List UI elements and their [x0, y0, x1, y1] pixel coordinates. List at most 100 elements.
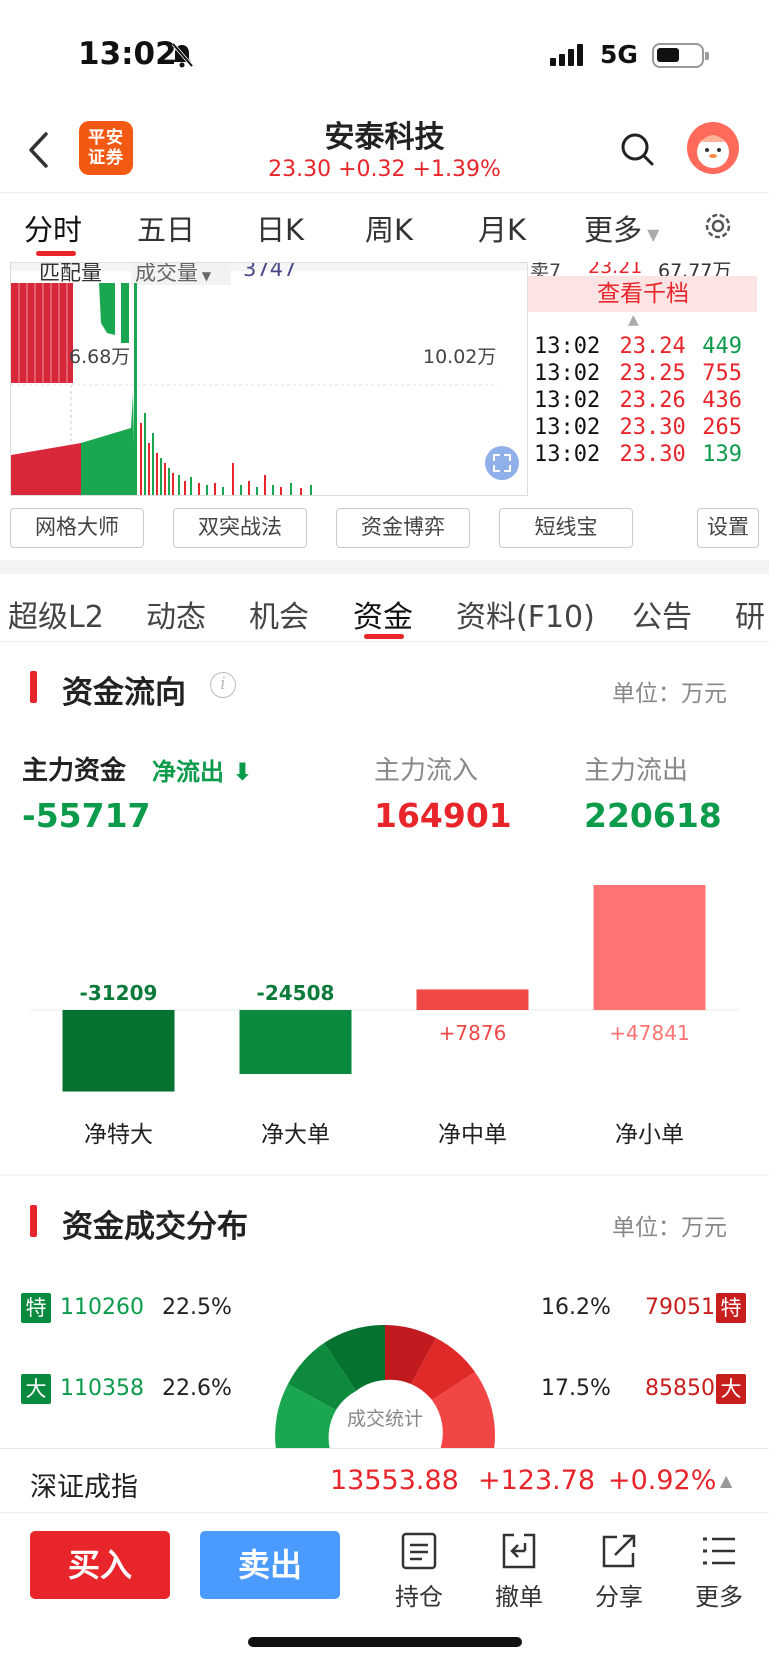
info-tabs: 超级L2 动态 机会 资金 资料(F10) 公告 研	[0, 578, 769, 642]
caret-up-icon[interactable]: ▲	[628, 312, 639, 328]
positions-icon	[401, 1532, 437, 1570]
view-depth-button[interactable]: 查看千档	[528, 276, 757, 312]
settings-button[interactable]: 设置	[697, 508, 759, 548]
gear-icon[interactable]	[701, 209, 735, 243]
bar-4	[593, 885, 706, 1010]
tick-time: 13:02	[534, 388, 601, 413]
bar-3	[416, 989, 529, 1010]
tab-research[interactable]: 研	[735, 592, 765, 636]
tick-price: 23.30	[619, 442, 686, 467]
home-indicator	[248, 1637, 522, 1647]
positions-button[interactable]: 持仓	[379, 1531, 459, 1612]
avatar[interactable]	[687, 122, 739, 174]
index-bar[interactable]: 深证成指 13553.88 +123.78 +0.92% ▲	[0, 1448, 769, 1518]
section-divider	[0, 1174, 769, 1176]
bell-muted-icon	[171, 42, 194, 68]
tick-row: 13:02 23.25 755	[534, 361, 742, 386]
section-marker	[30, 671, 37, 703]
tick-row: 13:02 23.30 265	[534, 415, 742, 440]
bar-value-label: -24508	[257, 981, 335, 1005]
distribution-title: 资金成交分布	[62, 1209, 248, 1245]
short-term-button[interactable]: 短线宝	[499, 508, 633, 548]
super-sell-pct: 22.5%	[162, 1295, 232, 1320]
bar-2	[239, 1010, 352, 1075]
grid-master-button[interactable]: 网格大师	[10, 508, 144, 548]
fund-flow-unit: 单位：万元	[612, 681, 727, 707]
tab-funds[interactable]: 资金	[353, 592, 413, 636]
search-icon[interactable]	[619, 131, 655, 167]
cancel-order-button[interactable]: 撤单	[479, 1531, 559, 1612]
tick-time: 13:02	[534, 361, 601, 386]
main-inflow-label: 主力流入	[374, 756, 479, 786]
double-breakout-button[interactable]: 双突战法	[173, 508, 307, 548]
menu-icon	[703, 1537, 735, 1565]
match-volume-label: 匹配量	[39, 262, 102, 285]
tick-time: 13:02	[534, 334, 601, 359]
tick-time: 13:02	[534, 415, 601, 440]
category-label: 净特大	[84, 1122, 153, 1148]
tick-row: 13:02 23.24 449	[534, 334, 742, 359]
index-pct: +0.92%	[608, 1465, 717, 1496]
tab-more[interactable]: 更多 ▼	[584, 207, 659, 249]
tab-more-label: 更多	[584, 213, 643, 247]
super-buy-value: 79051	[645, 1295, 715, 1320]
buy-button[interactable]: 买入	[30, 1531, 170, 1599]
caret-up-icon[interactable]: ▲	[720, 1471, 732, 1490]
tab-intraday[interactable]: 分时	[24, 207, 82, 249]
tick-row: 13:02 23.30 139	[534, 442, 742, 467]
donut-center-label: 成交统计	[346, 1408, 423, 1430]
active-tab-indicator	[36, 251, 76, 256]
tab-f10[interactable]: 资料(F10)	[456, 592, 595, 636]
signal-icon	[550, 44, 586, 66]
main-fund-label: 主力资金	[22, 756, 127, 786]
tick-row: 13:02 23.26 436	[534, 388, 742, 413]
tab-super-l2[interactable]: 超级L2	[8, 592, 104, 636]
capital-game-button[interactable]: 资金博弈	[336, 508, 470, 548]
share-button[interactable]: 分享	[579, 1531, 659, 1612]
tab-opportunity[interactable]: 机会	[249, 592, 309, 636]
tab-announcements[interactable]: 公告	[632, 592, 692, 636]
index-value: 13553.88	[330, 1465, 459, 1496]
volume-value: 3747	[243, 262, 297, 281]
large-sell-pct: 22.6%	[162, 1376, 232, 1401]
active-tab-indicator	[364, 634, 404, 639]
net-outflow-tag: 净流出 ⬇	[152, 752, 252, 787]
tick-volume: 265	[702, 415, 742, 440]
volume-chart-svg	[11, 263, 528, 495]
tab-five-day[interactable]: 五日	[137, 207, 195, 249]
share-label: 分享	[595, 1583, 643, 1611]
tab-weekly-k[interactable]: 周K	[365, 207, 413, 249]
tick-volume: 449	[702, 334, 742, 359]
tick-time: 13:02	[534, 442, 601, 467]
sell-button[interactable]: 卖出	[200, 1531, 340, 1599]
tag-super-left: 特	[21, 1293, 51, 1323]
more-label: 更多	[695, 1583, 743, 1611]
bar-1	[62, 1010, 175, 1092]
category-label: 净小单	[615, 1122, 684, 1148]
tick-volume: 755	[702, 361, 742, 386]
cancel-order-icon	[502, 1533, 536, 1569]
volume-marker-right: 10.02万	[423, 346, 497, 368]
status-time: 13:02	[78, 36, 177, 72]
large-buy-pct: 17.5%	[541, 1376, 611, 1401]
tab-news[interactable]: 动态	[146, 592, 206, 636]
fund-flow-title: 资金流向	[62, 675, 186, 711]
distribution-unit: 单位：万元	[612, 1215, 727, 1241]
tab-daily-k[interactable]: 日K	[256, 207, 304, 249]
caret-down-icon: ▼	[642, 225, 660, 244]
bar-value-label: +7876	[439, 1021, 507, 1045]
net-outflow-label: 净流出	[152, 758, 224, 786]
more-button[interactable]: 更多	[679, 1531, 759, 1612]
index-change: +123.78	[478, 1465, 596, 1496]
main-fund-value: -55717	[22, 796, 151, 835]
info-icon[interactable]: i	[210, 672, 236, 698]
net-flow-bar-chart: -31209 净特大 -24508 净大单 +7876 净中单 +47841 净小单	[30, 885, 739, 1148]
large-buy-value: 85850	[645, 1376, 715, 1401]
tab-monthly-k[interactable]: 月K	[478, 207, 526, 249]
period-tabs: 分时 五日 日K 周K 月K 更多 ▼	[0, 192, 769, 260]
category-label: 净大单	[261, 1122, 330, 1148]
tick-price: 23.26	[619, 388, 686, 413]
tag-large-right: 大	[716, 1374, 746, 1404]
volume-selector[interactable]: 成交量 ▼	[135, 263, 211, 287]
tick-price: 23.30	[619, 415, 686, 440]
